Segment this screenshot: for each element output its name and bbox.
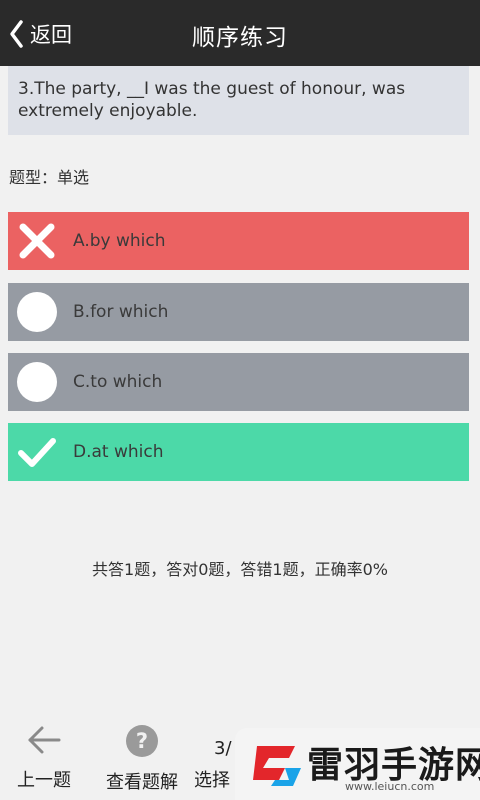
option-b[interactable]: B.for which [8,283,469,341]
option-b-label: B.for which [73,302,169,322]
watermark-url: www.leiucn.com [345,780,435,793]
question-counter: 3/ [214,738,232,759]
option-d-label: D.at which [73,442,164,462]
question-text: 3.The party, __I was the guest of honour… [8,66,469,135]
question-type-label: 题型：单选 [9,168,90,187]
page-title: 顺序练习 [192,25,288,51]
svg-text:?: ? [136,729,148,753]
select-question-label: 选择 [194,770,230,791]
cross-icon [8,212,66,270]
option-d[interactable]: D.at which [8,423,469,481]
arrow-left-icon [26,724,62,760]
option-c[interactable]: C.to which [8,353,469,411]
view-analysis-label: 查看题解 [106,772,178,793]
app-header: 返回 顺序练习 [0,0,480,66]
circle-icon [8,353,66,411]
watermark: 雷羽手游网 www.leiucn.com [235,728,480,800]
circle-icon [8,283,66,341]
check-icon [8,423,66,481]
option-a[interactable]: A.by which [8,212,469,270]
option-c-label: C.to which [73,372,163,392]
option-a-label: A.by which [73,231,166,251]
view-analysis-button[interactable]: ? 查看题解 [96,724,188,794]
watermark-logo-icon [249,740,305,796]
answer-stats: 共答1题，答对0题，答错1题，正确率0% [92,560,388,579]
prev-question-button[interactable]: 上一题 [10,724,78,792]
prev-question-label: 上一题 [17,770,71,791]
help-icon: ? [125,724,159,762]
